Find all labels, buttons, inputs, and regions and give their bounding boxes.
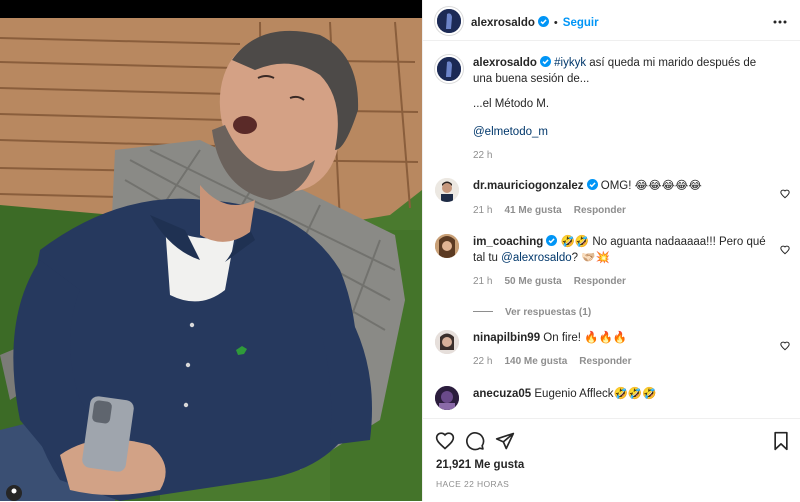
comment-body: On fire! 🔥🔥🔥 <box>543 332 628 344</box>
bookmark-icon[interactable] <box>771 431 791 451</box>
comment-meta: 22 h 140 Me gusta Responder <box>473 356 632 367</box>
comment-heart-icon[interactable] <box>780 186 790 199</box>
photo-top-bar <box>0 0 422 18</box>
comment-heart-icon[interactable] <box>780 242 790 255</box>
comment-text: dr.mauriciogonzalez OMG! 😂😂😂😂😂 <box>473 178 773 194</box>
post-photo[interactable] <box>0 0 422 501</box>
comment-time[interactable]: 21 h <box>473 276 492 287</box>
comment-username[interactable]: ninapilbin99 <box>473 332 540 344</box>
verified-badge-icon <box>546 235 558 246</box>
follow-button[interactable]: Seguir <box>563 17 599 29</box>
comment-text: anecuza05 Eugenio Affleck🤣🤣🤣 <box>473 386 773 402</box>
post-side-panel: alexrosaldo • Seguir alexrosaldo #iykyk as… <box>422 0 800 501</box>
verified-badge-icon <box>539 56 551 67</box>
view-replies-line <box>473 311 493 312</box>
view-replies-label[interactable]: Ver respuestas (1) <box>505 307 591 318</box>
comment-body: Eugenio Affleck🤣🤣🤣 <box>534 388 657 400</box>
post-likes-count[interactable]: 21,921 Me gusta <box>436 459 524 471</box>
author-username[interactable]: alexrosaldo <box>471 17 535 29</box>
comment-body-end: ? 🫱🏻‍🫲🏼💥 <box>571 252 610 264</box>
post-image <box>0 0 422 501</box>
caption-mention[interactable]: @elmetodo_m <box>473 124 548 140</box>
post-header: alexrosaldo • Seguir <box>423 0 800 41</box>
caption-username[interactable]: alexrosaldo <box>473 57 537 69</box>
comment-meta: 21 h 50 Me gusta Responder <box>473 276 626 287</box>
comment-likes[interactable]: 50 Me gusta <box>504 276 561 287</box>
commenter-avatar[interactable] <box>435 330 459 354</box>
reply-button[interactable]: Responder <box>574 205 626 216</box>
comment-likes[interactable]: 140 Me gusta <box>504 356 567 367</box>
comment-meta: 21 h 41 Me gusta Responder <box>473 205 626 216</box>
more-icon[interactable] <box>773 14 787 24</box>
post-timestamp[interactable]: HACE 22 HORAS <box>436 479 509 489</box>
author-avatar[interactable] <box>435 7 463 35</box>
caption-hashtag[interactable]: #iykyk <box>554 57 586 69</box>
reply-button[interactable]: Responder <box>579 356 631 367</box>
avatar-image <box>435 330 459 354</box>
commenter-avatar[interactable] <box>435 178 459 202</box>
comment-likes[interactable]: 41 Me gusta <box>504 205 561 216</box>
comment-text: ninapilbin99 On fire! 🔥🔥🔥 <box>473 330 773 346</box>
view-replies[interactable]: Ver respuestas (1) <box>473 302 591 320</box>
comment-body: OMG! 😂😂😂😂😂 <box>600 180 702 192</box>
avatar-image <box>435 178 459 202</box>
comment-text: im_coaching 🤣🤣 No aguanta nadaaaaa!!! Pe… <box>473 234 773 266</box>
separator-dot: • <box>553 17 558 29</box>
share-icon[interactable] <box>495 431 515 451</box>
avatar-image <box>435 234 459 258</box>
avatar-image <box>435 386 459 410</box>
commenter-avatar[interactable] <box>435 234 459 258</box>
comment-time[interactable]: 22 h <box>473 356 492 367</box>
caption-line-2: ...el Método M. <box>473 98 550 110</box>
heart-icon[interactable] <box>435 431 455 451</box>
comment-heart-icon[interactable] <box>780 338 790 351</box>
caption-avatar[interactable] <box>435 55 463 83</box>
commenter-avatar[interactable] <box>435 386 459 410</box>
comment-mention[interactable]: @alexrosaldo <box>501 252 572 264</box>
comment-username[interactable]: dr.mauriciogonzalez <box>473 180 584 192</box>
caption-time[interactable]: 22 h <box>473 150 492 161</box>
avatar-image <box>437 9 461 33</box>
avatar-image <box>437 57 461 81</box>
caption-text: alexrosaldo #iykyk así queda mi marido d… <box>473 55 773 87</box>
verified-badge-icon <box>586 179 598 190</box>
comment-username[interactable]: im_coaching <box>473 236 543 248</box>
comment-icon[interactable] <box>465 431 485 451</box>
comment-username[interactable]: anecuza05 <box>473 388 531 400</box>
reply-button[interactable]: Responder <box>574 276 626 287</box>
comment-time[interactable]: 21 h <box>473 205 492 216</box>
verified-badge-icon <box>537 14 549 27</box>
comment-item: anecuza05 Eugenio Affleck🤣🤣🤣 <box>435 386 780 417</box>
